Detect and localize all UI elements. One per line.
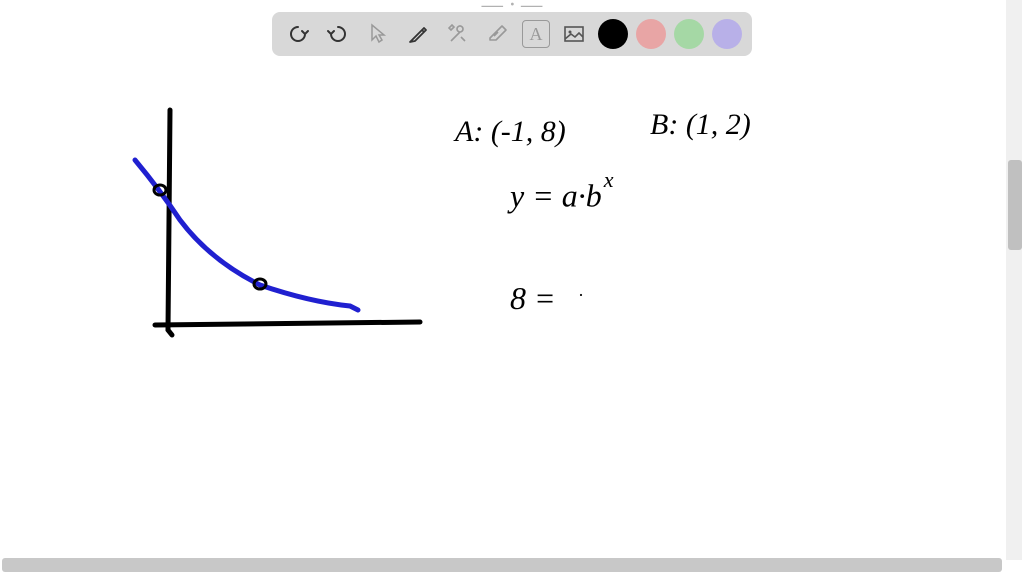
color-green[interactable] <box>674 19 704 49</box>
color-pink[interactable] <box>636 19 666 49</box>
text-icon: A <box>530 24 543 45</box>
eraser-button[interactable] <box>482 18 514 50</box>
vertical-scrollbar[interactable] <box>1006 0 1022 560</box>
step-text: 8 = <box>510 280 556 317</box>
whiteboard-canvas[interactable]: — · — A: (-1, 8) B: (1, 2) y = a·bx 8 = … <box>0 0 1024 574</box>
redo-icon <box>326 22 350 46</box>
graph-drawing <box>100 100 430 360</box>
redo-button[interactable] <box>322 18 354 50</box>
color-purple[interactable] <box>712 19 742 49</box>
pointer-button[interactable] <box>362 18 394 50</box>
image-icon <box>562 22 586 46</box>
tools-icon <box>446 22 470 46</box>
equation-text: y = a·bx <box>510 175 612 215</box>
undo-icon <box>286 22 310 46</box>
pointer-icon <box>366 22 390 46</box>
pen-button[interactable] <box>402 18 434 50</box>
horizontal-scrollbar[interactable] <box>2 558 1002 572</box>
vertical-scrollbar-thumb[interactable] <box>1008 160 1022 250</box>
drawing-toolbar: A <box>272 12 752 56</box>
tools-button[interactable] <box>442 18 474 50</box>
point-b-label: B: (1, 2) <box>650 108 751 142</box>
color-black[interactable] <box>598 19 628 49</box>
undo-button[interactable] <box>282 18 314 50</box>
point-a-label: A: (-1, 8) <box>455 115 566 149</box>
pen-icon <box>406 22 430 46</box>
image-button[interactable] <box>558 18 590 50</box>
text-button[interactable]: A <box>522 20 550 48</box>
eraser-icon <box>486 22 510 46</box>
dot-mark: · <box>578 285 584 306</box>
